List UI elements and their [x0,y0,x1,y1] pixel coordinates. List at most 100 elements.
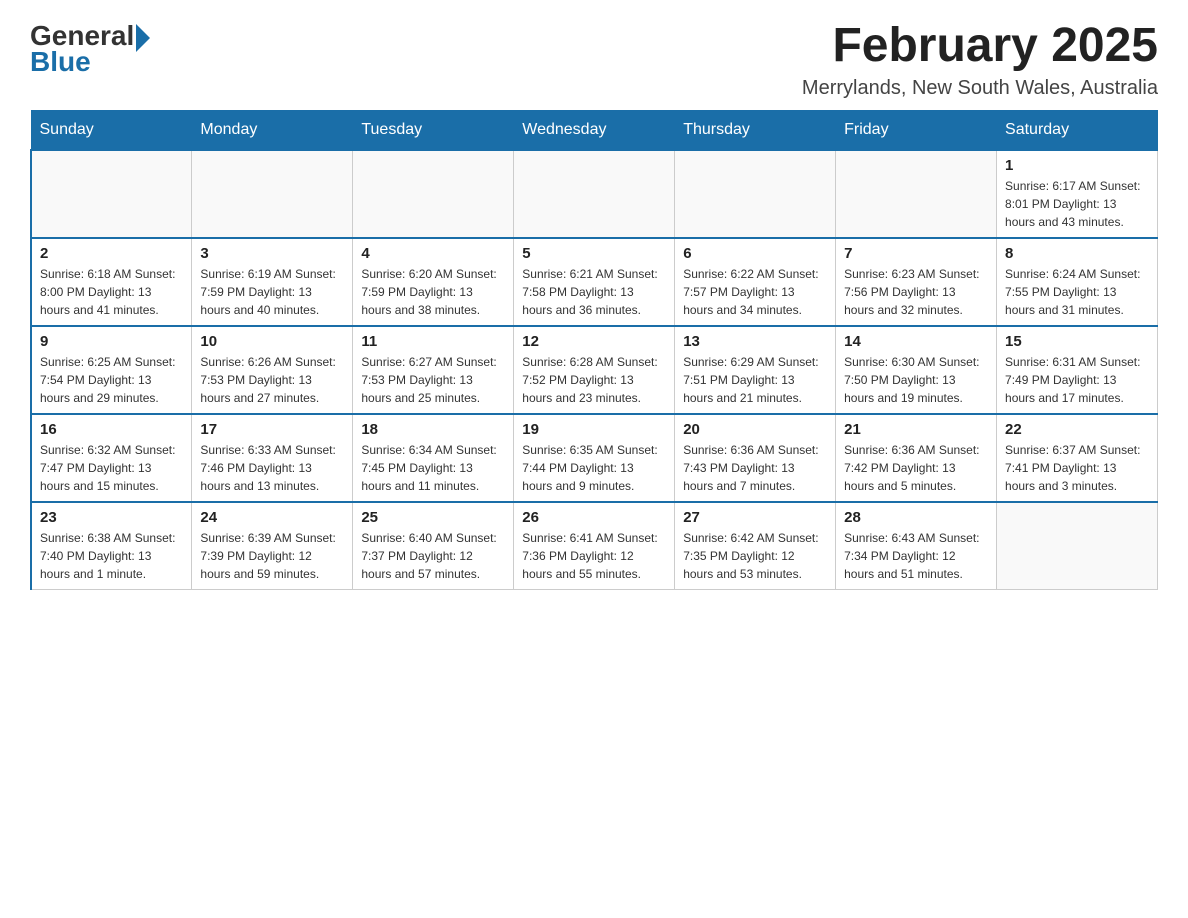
day-number: 14 [844,333,988,350]
calendar-cell: 14 Sunrise: 6:30 AM Sunset: 7:50 PM Dayli… [836,326,997,414]
calendar-cell: 2 Sunrise: 6:18 AM Sunset: 8:00 PM Daylig… [31,238,192,326]
calendar-body: 1 Sunrise: 6:17 AM Sunset: 8:01 PM Daylig… [31,150,1158,590]
day-info: Sunrise: 6:31 AM Sunset: 7:49 PM Dayligh… [1005,353,1149,407]
day-number: 8 [1005,245,1149,262]
day-info: Sunrise: 6:22 AM Sunset: 7:57 PM Dayligh… [683,265,827,319]
day-info: Sunrise: 6:20 AM Sunset: 7:59 PM Dayligh… [361,265,505,319]
day-header-saturday: Saturday [997,110,1158,150]
day-number: 13 [683,333,827,350]
day-info: Sunrise: 6:21 AM Sunset: 7:58 PM Dayligh… [522,265,666,319]
day-number: 23 [40,509,183,526]
logo-block: General Blue [30,20,150,78]
day-info: Sunrise: 6:36 AM Sunset: 7:42 PM Dayligh… [844,441,988,495]
day-number: 7 [844,245,988,262]
logo-blue-text: Blue [30,46,150,78]
day-info: Sunrise: 6:18 AM Sunset: 8:00 PM Dayligh… [40,265,183,319]
day-number: 9 [40,333,183,350]
day-info: Sunrise: 6:28 AM Sunset: 7:52 PM Dayligh… [522,353,666,407]
day-info: Sunrise: 6:36 AM Sunset: 7:43 PM Dayligh… [683,441,827,495]
day-header-wednesday: Wednesday [514,110,675,150]
day-number: 21 [844,421,988,438]
calendar-cell [31,150,192,238]
calendar-cell: 3 Sunrise: 6:19 AM Sunset: 7:59 PM Daylig… [192,238,353,326]
day-number: 22 [1005,421,1149,438]
day-info: Sunrise: 6:37 AM Sunset: 7:41 PM Dayligh… [1005,441,1149,495]
calendar-cell: 13 Sunrise: 6:29 AM Sunset: 7:51 PM Dayli… [675,326,836,414]
day-number: 16 [40,421,183,438]
day-header-tuesday: Tuesday [353,110,514,150]
day-number: 3 [200,245,344,262]
calendar-cell [675,150,836,238]
calendar-cell [836,150,997,238]
day-info: Sunrise: 6:41 AM Sunset: 7:36 PM Dayligh… [522,529,666,583]
calendar-cell: 23Sunrise: 6:38 AM Sunset: 7:40 PM Dayli… [31,502,192,590]
week-row-5: 23Sunrise: 6:38 AM Sunset: 7:40 PM Dayli… [31,502,1158,590]
calendar-cell [997,502,1158,590]
day-number: 24 [200,509,344,526]
calendar-cell [514,150,675,238]
calendar-table: SundayMondayTuesdayWednesdayThursdayFrid… [30,110,1158,590]
day-number: 10 [200,333,344,350]
calendar-cell: 16 Sunrise: 6:32 AM Sunset: 7:47 PM Dayli… [31,414,192,502]
day-number: 15 [1005,333,1149,350]
day-info: Sunrise: 6:34 AM Sunset: 7:45 PM Dayligh… [361,441,505,495]
day-number: 2 [40,245,183,262]
calendar-cell: 26 Sunrise: 6:41 AM Sunset: 7:36 PM Dayli… [514,502,675,590]
week-row-1: 1 Sunrise: 6:17 AM Sunset: 8:01 PM Daylig… [31,150,1158,238]
day-number: 17 [200,421,344,438]
calendar-cell: 19 Sunrise: 6:35 AM Sunset: 7:44 PM Dayli… [514,414,675,502]
calendar-cell: 10 Sunrise: 6:26 AM Sunset: 7:53 PM Dayli… [192,326,353,414]
day-info: Sunrise: 6:27 AM Sunset: 7:53 PM Dayligh… [361,353,505,407]
day-info: Sunrise: 6:42 AM Sunset: 7:35 PM Dayligh… [683,529,827,583]
calendar-cell: 7 Sunrise: 6:23 AM Sunset: 7:56 PM Daylig… [836,238,997,326]
day-header-sunday: Sunday [31,110,192,150]
calendar-cell: 25 Sunrise: 6:40 AM Sunset: 7:37 PM Dayli… [353,502,514,590]
calendar-cell: 4 Sunrise: 6:20 AM Sunset: 7:59 PM Daylig… [353,238,514,326]
calendar-cell: 8 Sunrise: 6:24 AM Sunset: 7:55 PM Daylig… [997,238,1158,326]
day-info: Sunrise: 6:40 AM Sunset: 7:37 PM Dayligh… [361,529,505,583]
calendar-cell: 18Sunrise: 6:34 AM Sunset: 7:45 PM Dayli… [353,414,514,502]
calendar-cell: 15 Sunrise: 6:31 AM Sunset: 7:49 PM Dayli… [997,326,1158,414]
calendar-cell: 21 Sunrise: 6:36 AM Sunset: 7:42 PM Dayli… [836,414,997,502]
calendar-cell: 9 Sunrise: 6:25 AM Sunset: 7:54 PM Daylig… [31,326,192,414]
day-number: 19 [522,421,666,438]
day-info: Sunrise: 6:33 AM Sunset: 7:46 PM Dayligh… [200,441,344,495]
day-info: Sunrise: 6:32 AM Sunset: 7:47 PM Dayligh… [40,441,183,495]
calendar-subtitle: Merrylands, New South Wales, Australia [802,77,1158,100]
calendar-cell: 27 Sunrise: 6:42 AM Sunset: 7:35 PM Dayli… [675,502,836,590]
day-info: Sunrise: 6:23 AM Sunset: 7:56 PM Dayligh… [844,265,988,319]
day-info: Sunrise: 6:26 AM Sunset: 7:53 PM Dayligh… [200,353,344,407]
day-number: 20 [683,421,827,438]
calendar-header: SundayMondayTuesdayWednesdayThursdayFrid… [31,110,1158,150]
day-info: Sunrise: 6:24 AM Sunset: 7:55 PM Dayligh… [1005,265,1149,319]
calendar-cell: 5 Sunrise: 6:21 AM Sunset: 7:58 PM Daylig… [514,238,675,326]
week-row-2: 2 Sunrise: 6:18 AM Sunset: 8:00 PM Daylig… [31,238,1158,326]
day-number: 4 [361,245,505,262]
day-number: 11 [361,333,505,350]
calendar-cell [192,150,353,238]
calendar-cell [353,150,514,238]
day-header-monday: Monday [192,110,353,150]
day-number: 25 [361,509,505,526]
day-info: Sunrise: 6:43 AM Sunset: 7:34 PM Dayligh… [844,529,988,583]
day-info: Sunrise: 6:29 AM Sunset: 7:51 PM Dayligh… [683,353,827,407]
day-number: 26 [522,509,666,526]
logo: General Blue [30,20,150,78]
calendar-cell: 6Sunrise: 6:22 AM Sunset: 7:57 PM Daylig… [675,238,836,326]
day-number: 27 [683,509,827,526]
week-row-4: 16 Sunrise: 6:32 AM Sunset: 7:47 PM Dayli… [31,414,1158,502]
calendar-title: February 2025 [802,20,1158,73]
day-info: Sunrise: 6:25 AM Sunset: 7:54 PM Dayligh… [40,353,183,407]
day-number: 1 [1005,157,1149,174]
day-info: Sunrise: 6:17 AM Sunset: 8:01 PM Dayligh… [1005,177,1149,231]
week-row-3: 9 Sunrise: 6:25 AM Sunset: 7:54 PM Daylig… [31,326,1158,414]
day-info: Sunrise: 6:19 AM Sunset: 7:59 PM Dayligh… [200,265,344,319]
day-info: Sunrise: 6:30 AM Sunset: 7:50 PM Dayligh… [844,353,988,407]
calendar-cell: 12 Sunrise: 6:28 AM Sunset: 7:52 PM Dayli… [514,326,675,414]
day-info: Sunrise: 6:35 AM Sunset: 7:44 PM Dayligh… [522,441,666,495]
day-number: 12 [522,333,666,350]
calendar-cell: 17 Sunrise: 6:33 AM Sunset: 7:46 PM Dayli… [192,414,353,502]
calendar-cell: 20 Sunrise: 6:36 AM Sunset: 7:43 PM Dayli… [675,414,836,502]
day-number: 5 [522,245,666,262]
day-header-friday: Friday [836,110,997,150]
